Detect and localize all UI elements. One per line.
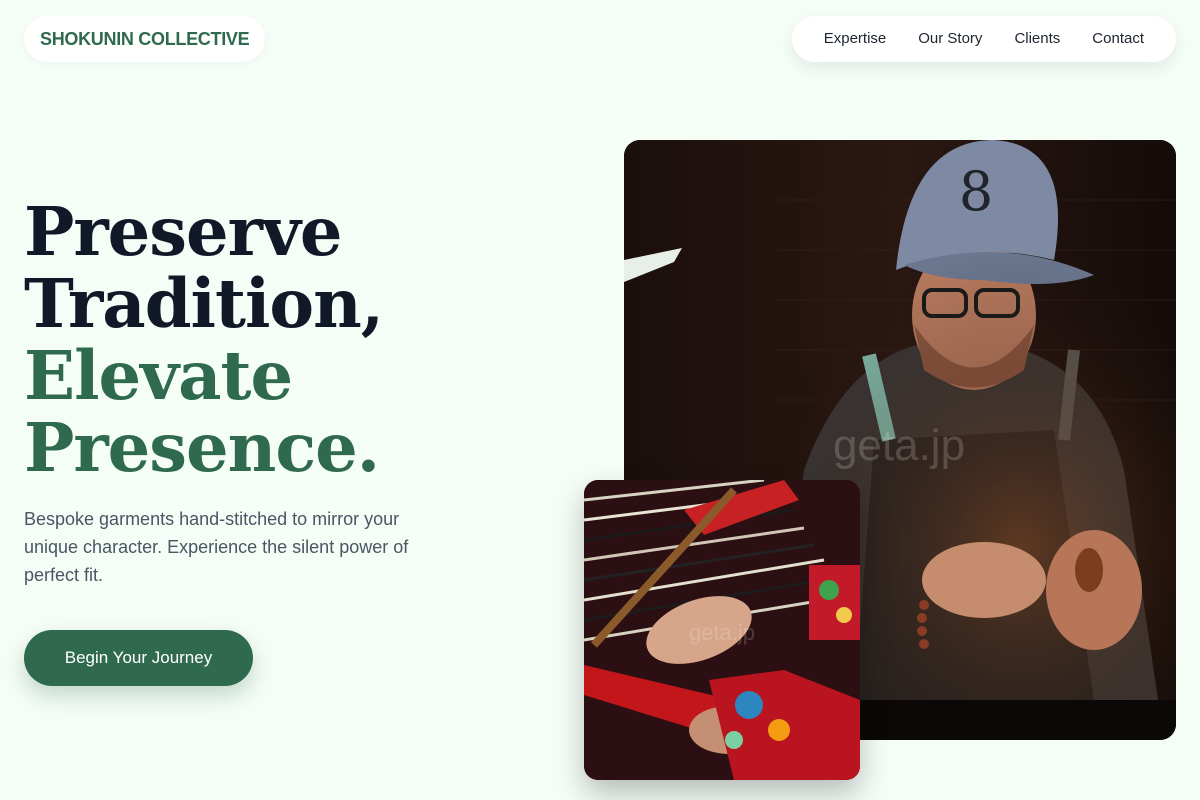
brand-logo[interactable]: SHOKUNIN COLLECTIVE xyxy=(24,16,266,62)
nav-item-expertise[interactable]: Expertise xyxy=(808,16,903,62)
headline-line-4: Presence. xyxy=(24,408,380,487)
main-nav: Expertise Our Story Clients Contact xyxy=(791,16,1176,62)
headline-line-3: Elevate xyxy=(24,336,293,415)
nav-item-our-story[interactable]: Our Story xyxy=(902,16,998,62)
weaving-photo: geta.jp xyxy=(584,480,860,780)
nav-item-clients[interactable]: Clients xyxy=(998,16,1076,62)
hero-headline: Preserve Tradition, Elevate Presence. xyxy=(24,196,584,484)
landing-page: SHOKUNIN COLLECTIVE Expertise Our Story … xyxy=(0,0,1200,800)
main-image-watermark: geta.jp xyxy=(833,421,965,470)
brand-name: SHOKUNIN COLLECTIVE xyxy=(40,28,250,49)
secondary-image-watermark: geta.jp xyxy=(689,620,755,645)
nav-item-contact[interactable]: Contact xyxy=(1076,16,1160,62)
headline-line-2: Tradition, xyxy=(24,264,384,343)
begin-journey-button[interactable]: Begin Your Journey xyxy=(24,630,253,686)
headline-line-1: Preserve xyxy=(24,192,343,271)
hero-subtext: Bespoke garments hand-stitched to mirror… xyxy=(24,509,409,585)
